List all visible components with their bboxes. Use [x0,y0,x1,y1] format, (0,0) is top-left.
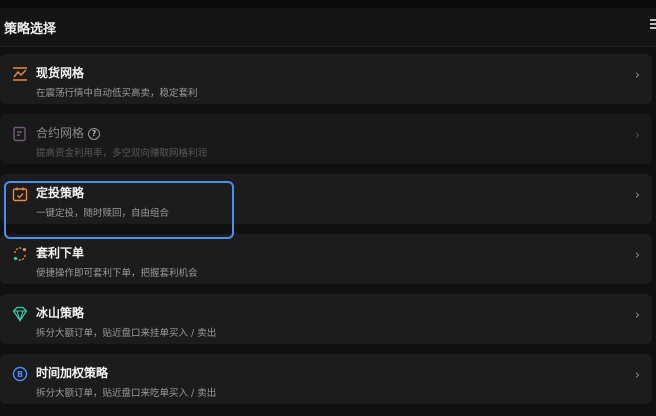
help-icon[interactable]: ? [88,128,101,140]
strategy-desc: 拆分大额订单，贴近盘口来挂单买入 / 卖出 [36,328,217,339]
contract-grid-icon [13,126,26,142]
strategy-title: 合约网格? [36,124,101,141]
chevron-right-icon: › [634,188,640,203]
spot-grid-icon [13,67,27,81]
strategy-item-twap[interactable]: B 时间加权策略 拆分大额订单，贴近盘口来吃单买入 / 卖出 › [0,354,652,404]
page-title: 策略选择 [4,22,57,37]
strategy-title: 冰山策略 [36,306,85,320]
strategy-item-arbitrage[interactable]: 套利下单 便捷操作即可套利下单，把握套利机会 › [0,234,652,284]
chevron-right-icon: › [634,68,640,83]
strategy-desc: 便捷操作即可套利下单，把握套利机会 [36,268,198,279]
chevron-right-icon: › [634,128,640,143]
strategy-desc: 拆分大额订单，贴近盘口来吃单买入 / 卖出 [36,388,217,399]
strategy-desc: 一键定投，随时赎回，自由组合 [36,208,170,219]
strategy-title-text: 合约网格 [36,126,85,140]
strategy-title: 定投策略 [36,186,85,200]
chevron-right-icon: › [634,248,640,263]
svg-text:B: B [17,370,23,379]
strategy-desc: 提高资金利用率，多空双向赚取网格利润 [36,148,208,159]
dca-calendar-icon [12,187,28,202]
strategy-title: 现货网格 [36,66,85,80]
strategy-item-contract-grid: 合约网格? 提高资金利用率，多空双向赚取网格利润 › [0,114,652,164]
arbitrage-icon [13,247,27,261]
strategy-item-spot-grid[interactable]: 现货网格 在震荡行情中自动低买高卖，稳定套利 › [0,54,652,104]
menu-icon[interactable] [650,17,656,31]
chevron-right-icon: › [634,368,640,383]
strategy-title: 套利下单 [36,246,85,260]
strategy-desc: 在震荡行情中自动低买高卖，稳定套利 [36,88,198,99]
page-header: 策略选择 [0,8,656,47]
twap-icon: B [12,366,28,382]
strategy-item-dca[interactable]: 定投策略 一键定投，随时赎回，自由组合 › [0,174,652,224]
strategy-title: 时间加权策略 [36,366,109,380]
chevron-right-icon: › [634,308,640,323]
strategy-item-iceberg[interactable]: 冰山策略 拆分大额订单，贴近盘口来挂单买入 / 卖出 › [0,294,652,344]
iceberg-icon [12,306,28,322]
